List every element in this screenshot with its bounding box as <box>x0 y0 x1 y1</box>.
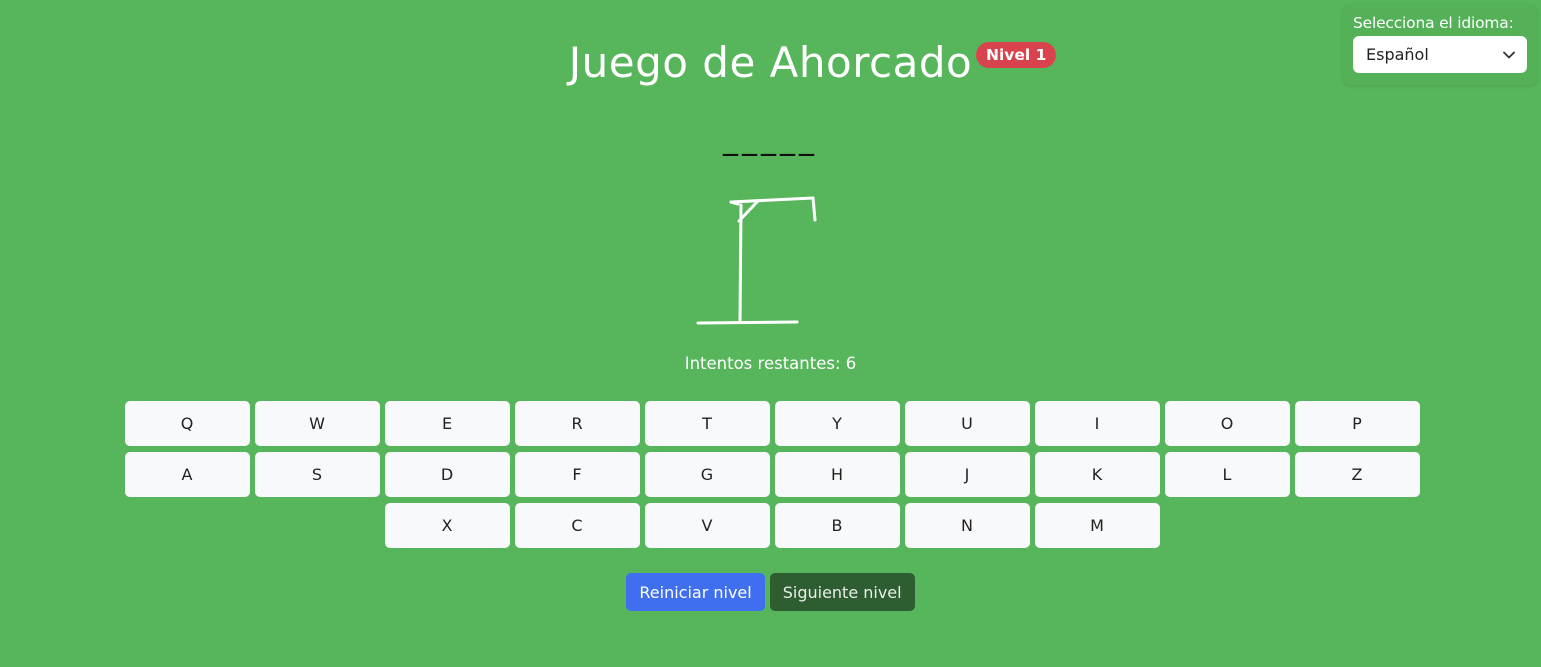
key-b[interactable]: B <box>774 503 900 548</box>
key-n[interactable]: N <box>904 503 1030 548</box>
gallows-pole <box>738 203 743 324</box>
key-d[interactable]: D <box>384 452 510 497</box>
virtual-keyboard: QWERTYUIOP ASDFGHJKLZ XCVBNM <box>122 401 1422 554</box>
hangman-gallows <box>696 196 817 325</box>
key-f[interactable]: F <box>514 452 640 497</box>
key-h[interactable]: H <box>774 452 900 497</box>
action-buttons: Reiniciar nivel Siguiente nivel <box>0 573 1541 611</box>
language-label: Selecciona el idioma: <box>1353 14 1514 32</box>
key-o[interactable]: O <box>1164 401 1290 446</box>
keyboard-row-1: QWERTYUIOP <box>122 401 1422 446</box>
key-a[interactable]: A <box>124 452 250 497</box>
key-c[interactable]: C <box>514 503 640 548</box>
key-l[interactable]: L <box>1164 452 1290 497</box>
gallows-base <box>696 320 799 325</box>
key-e[interactable]: E <box>384 401 510 446</box>
key-p[interactable]: P <box>1294 401 1420 446</box>
key-u[interactable]: U <box>904 401 1030 446</box>
next-level-button[interactable]: Siguiente nivel <box>769 573 915 611</box>
key-s[interactable]: S <box>254 452 380 497</box>
page-title: Juego de Ahorcado <box>568 38 973 87</box>
restart-level-button[interactable]: Reiniciar nivel <box>626 573 765 611</box>
key-z[interactable]: Z <box>1294 452 1420 497</box>
keyboard-row-2: ASDFGHJKLZ <box>122 452 1422 497</box>
level-badge: Nivel 1 <box>976 42 1057 68</box>
key-t[interactable]: T <box>644 401 770 446</box>
key-w[interactable]: W <box>254 401 380 446</box>
key-v[interactable]: V <box>644 503 770 548</box>
gallows-left-cap <box>729 200 740 206</box>
gallows-rope <box>811 196 817 222</box>
key-x[interactable]: X <box>384 503 510 548</box>
key-r[interactable]: R <box>514 401 640 446</box>
attempts-remaining: Intentos restantes: 6 <box>684 354 857 373</box>
key-k[interactable]: K <box>1034 452 1160 497</box>
key-j[interactable]: J <box>904 452 1030 497</box>
key-i[interactable]: I <box>1034 401 1160 446</box>
title-wrap: Juego de Ahorcado <box>0 38 1541 87</box>
key-y[interactable]: Y <box>774 401 900 446</box>
key-q[interactable]: Q <box>124 401 250 446</box>
keyboard-row-3: XCVBNM <box>122 503 1422 548</box>
gallows-top-beam <box>729 196 815 204</box>
key-g[interactable]: G <box>644 452 770 497</box>
word-display: _____ <box>723 122 818 157</box>
key-m[interactable]: M <box>1034 503 1160 548</box>
